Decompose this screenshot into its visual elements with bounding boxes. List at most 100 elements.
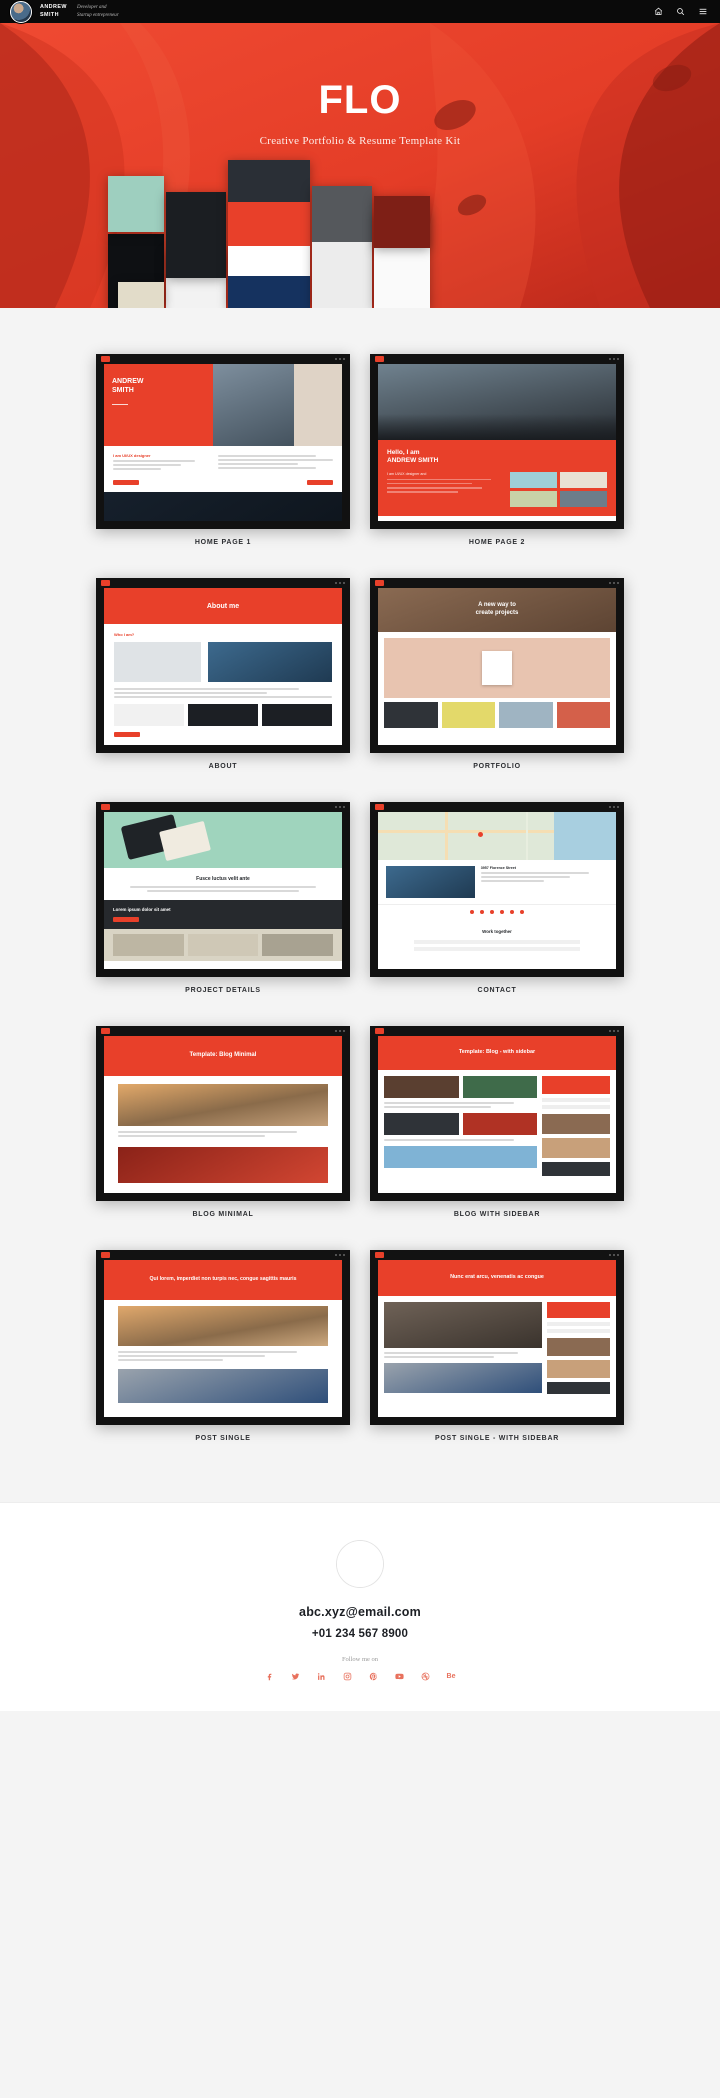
template-card[interactable]: 3957 Florence Street Work together CONTA… <box>370 802 624 994</box>
template-thumbnail[interactable]: Template: Blog Minimal <box>96 1026 350 1201</box>
template-card[interactable]: Template: Blog Minimal BLOG MINIMAL <box>96 1026 350 1218</box>
thumbnail-content: Nunc erat arcu, venenatis ac congue <box>378 1260 616 1417</box>
menu-icon[interactable] <box>698 7 708 16</box>
thumbnail-content: ANDREW SMITH I am UI/UX designer <box>104 364 342 521</box>
thumbnail-logo <box>101 1252 110 1258</box>
thumbnail-inner-title: Template: Blog Minimal <box>189 1052 257 1059</box>
search-icon[interactable] <box>676 7 685 16</box>
footer-section: abc.xyz@email.com +01 234 567 8900 Follo… <box>0 1502 720 1711</box>
thumbnail-content: About me Who I am? <box>104 588 342 745</box>
template-card-label: PORTFOLIO <box>473 763 521 770</box>
thumbnail-content: Fusce luctus velit ante Lorem ipsum dolo… <box>104 812 342 969</box>
follow-label: Follow me on <box>341 1656 379 1663</box>
thumbnail-logo <box>375 1028 384 1034</box>
brand-tagline-line2: Startup entrepreneur <box>76 12 119 18</box>
template-card-label: ABOUT <box>208 763 238 770</box>
collage-tile <box>166 192 226 278</box>
template-grid: ANDREW SMITH I am UI/UX designer HOME PA… <box>96 354 624 1442</box>
template-thumbnail[interactable]: About me Who I am? <box>96 578 350 753</box>
template-card[interactable]: Template: Blog - with sidebar BLOG WITH … <box>370 1026 624 1218</box>
facebook-icon[interactable] <box>265 1672 274 1681</box>
youtube-icon[interactable] <box>394 1672 404 1681</box>
thumbnail-nav-dots <box>609 358 619 360</box>
template-thumbnail[interactable]: Hello, I am ANDREW SMITH I am UI/UX desig… <box>370 354 624 529</box>
template-card-label: BLOG MINIMAL <box>192 1211 254 1218</box>
template-thumbnail[interactable]: A new way to create projects <box>370 578 624 753</box>
brand-block[interactable]: ANDREW SMITH Developer and Startup entre… <box>0 0 119 23</box>
brand-name-line2: SMITH <box>40 11 60 18</box>
thumbnail-logo <box>101 580 110 586</box>
template-thumbnail[interactable]: Template: Blog - with sidebar <box>370 1026 624 1201</box>
template-card[interactable]: A new way to create projects PORTFOLIO <box>370 578 624 770</box>
thumbnail-button <box>113 917 139 922</box>
collage-tile <box>118 282 164 308</box>
thumbnail-inner-title: Qui lorem, imperdiet non turpis nec, con… <box>149 1276 297 1283</box>
avatar <box>10 0 32 23</box>
thumbnail-topbar <box>96 578 350 588</box>
template-grid-section: ANDREW SMITH I am UI/UX designer HOME PA… <box>0 308 720 1502</box>
template-thumbnail[interactable]: Fusce luctus velit ante Lorem ipsum dolo… <box>96 802 350 977</box>
brand-name-line1: ANDREW <box>40 3 67 10</box>
thumbnail-topbar <box>370 354 624 364</box>
template-thumbnail[interactable]: Nunc erat arcu, venenatis ac congue <box>370 1250 624 1425</box>
thumbnail-logo <box>375 356 384 362</box>
thumbnail-nav-dots <box>335 358 345 360</box>
thumbnail-nav-dots <box>335 1254 345 1256</box>
template-card-label: POST SINGLE - WITH SIDEBAR <box>434 1435 560 1442</box>
thumbnail-topbar <box>370 578 624 588</box>
contact-phone[interactable]: +01 234 567 8900 <box>0 1628 720 1640</box>
thumbnail-nav-dots <box>609 806 619 808</box>
thumbnail-content: Template: Blog - with sidebar <box>378 1036 616 1193</box>
thumbnail-nav-dots <box>609 582 619 584</box>
template-thumbnail[interactable]: Qui lorem, imperdiet non turpis nec, con… <box>96 1250 350 1425</box>
brand-tagline-line1: Developer and <box>76 5 107 11</box>
template-card[interactable]: Qui lorem, imperdiet non turpis nec, con… <box>96 1250 350 1442</box>
thumbnail-nav-dots <box>609 1254 619 1256</box>
template-card-label: CONTACT <box>477 987 517 994</box>
thumbnail-content: Template: Blog Minimal <box>104 1036 342 1193</box>
thumbnail-topbar <box>96 802 350 812</box>
thumbnail-topbar <box>96 354 350 364</box>
dribbble-icon[interactable] <box>421 1672 430 1681</box>
template-card[interactable]: Nunc erat arcu, venenatis ac congue POST… <box>370 1250 624 1442</box>
thumbnail-nav-dots <box>335 1030 345 1032</box>
contact-email[interactable]: abc.xyz@email.com <box>0 1605 720 1619</box>
template-card-label: BLOG WITH SIDEBAR <box>453 1211 541 1218</box>
thumbnail-topbar <box>370 1250 624 1260</box>
template-thumbnail[interactable]: ANDREW SMITH I am UI/UX designer <box>96 354 350 529</box>
brand-tagline: Developer and Startup entrepreneur <box>77 4 119 19</box>
hero-section: FLO Creative Portfolio & Resume Template… <box>0 23 720 308</box>
page-subtitle: Creative Portfolio & Resume Template Kit <box>259 135 461 147</box>
thumbnail-button <box>113 480 139 485</box>
template-thumbnail[interactable]: 3957 Florence Street Work together <box>370 802 624 977</box>
thumbnail-nav-dots <box>335 806 345 808</box>
thumbnail-content: Hello, I am ANDREW SMITH I am UI/UX desig… <box>378 364 616 521</box>
hero-text-block: FLO Creative Portfolio & Resume Template… <box>0 23 720 147</box>
thumbnail-inner-title: Nunc erat arcu, venenatis ac congue <box>450 1274 544 1281</box>
top-navigation-bar: ANDREW SMITH Developer and Startup entre… <box>0 0 720 23</box>
thumbnail-logo <box>375 580 384 586</box>
template-card[interactable]: Fusce luctus velit ante Lorem ipsum dolo… <box>96 802 350 994</box>
collage-tile <box>108 176 164 232</box>
pinterest-icon[interactable] <box>369 1672 378 1681</box>
hero-mockup-collage <box>0 143 720 308</box>
thumbnail-topbar <box>96 1250 350 1260</box>
page-title: FLO <box>318 78 402 122</box>
linkedin-icon[interactable] <box>317 1672 326 1681</box>
home-icon[interactable] <box>654 7 663 16</box>
thumbnail-nav-dots <box>335 582 345 584</box>
thumbnail-logo <box>101 804 110 810</box>
behance-icon[interactable]: Be <box>447 1673 456 1680</box>
instagram-icon[interactable] <box>343 1672 352 1681</box>
thumbnail-inner-title: Template: Blog - with sidebar <box>458 1049 536 1056</box>
template-card[interactable]: About me Who I am? ABOUT <box>96 578 350 770</box>
template-card[interactable]: Hello, I am ANDREW SMITH I am UI/UX desig… <box>370 354 624 546</box>
twitter-icon[interactable] <box>291 1672 300 1681</box>
template-card-label: PROJECT DETAILS <box>185 987 261 994</box>
thumbnail-topbar <box>370 802 624 812</box>
brand-name: ANDREW SMITH <box>40 4 67 20</box>
template-card[interactable]: ANDREW SMITH I am UI/UX designer HOME PA… <box>96 354 350 546</box>
collage-tile <box>228 160 310 308</box>
thumbnail-button <box>114 732 140 737</box>
thumbnail-topbar <box>370 1026 624 1036</box>
